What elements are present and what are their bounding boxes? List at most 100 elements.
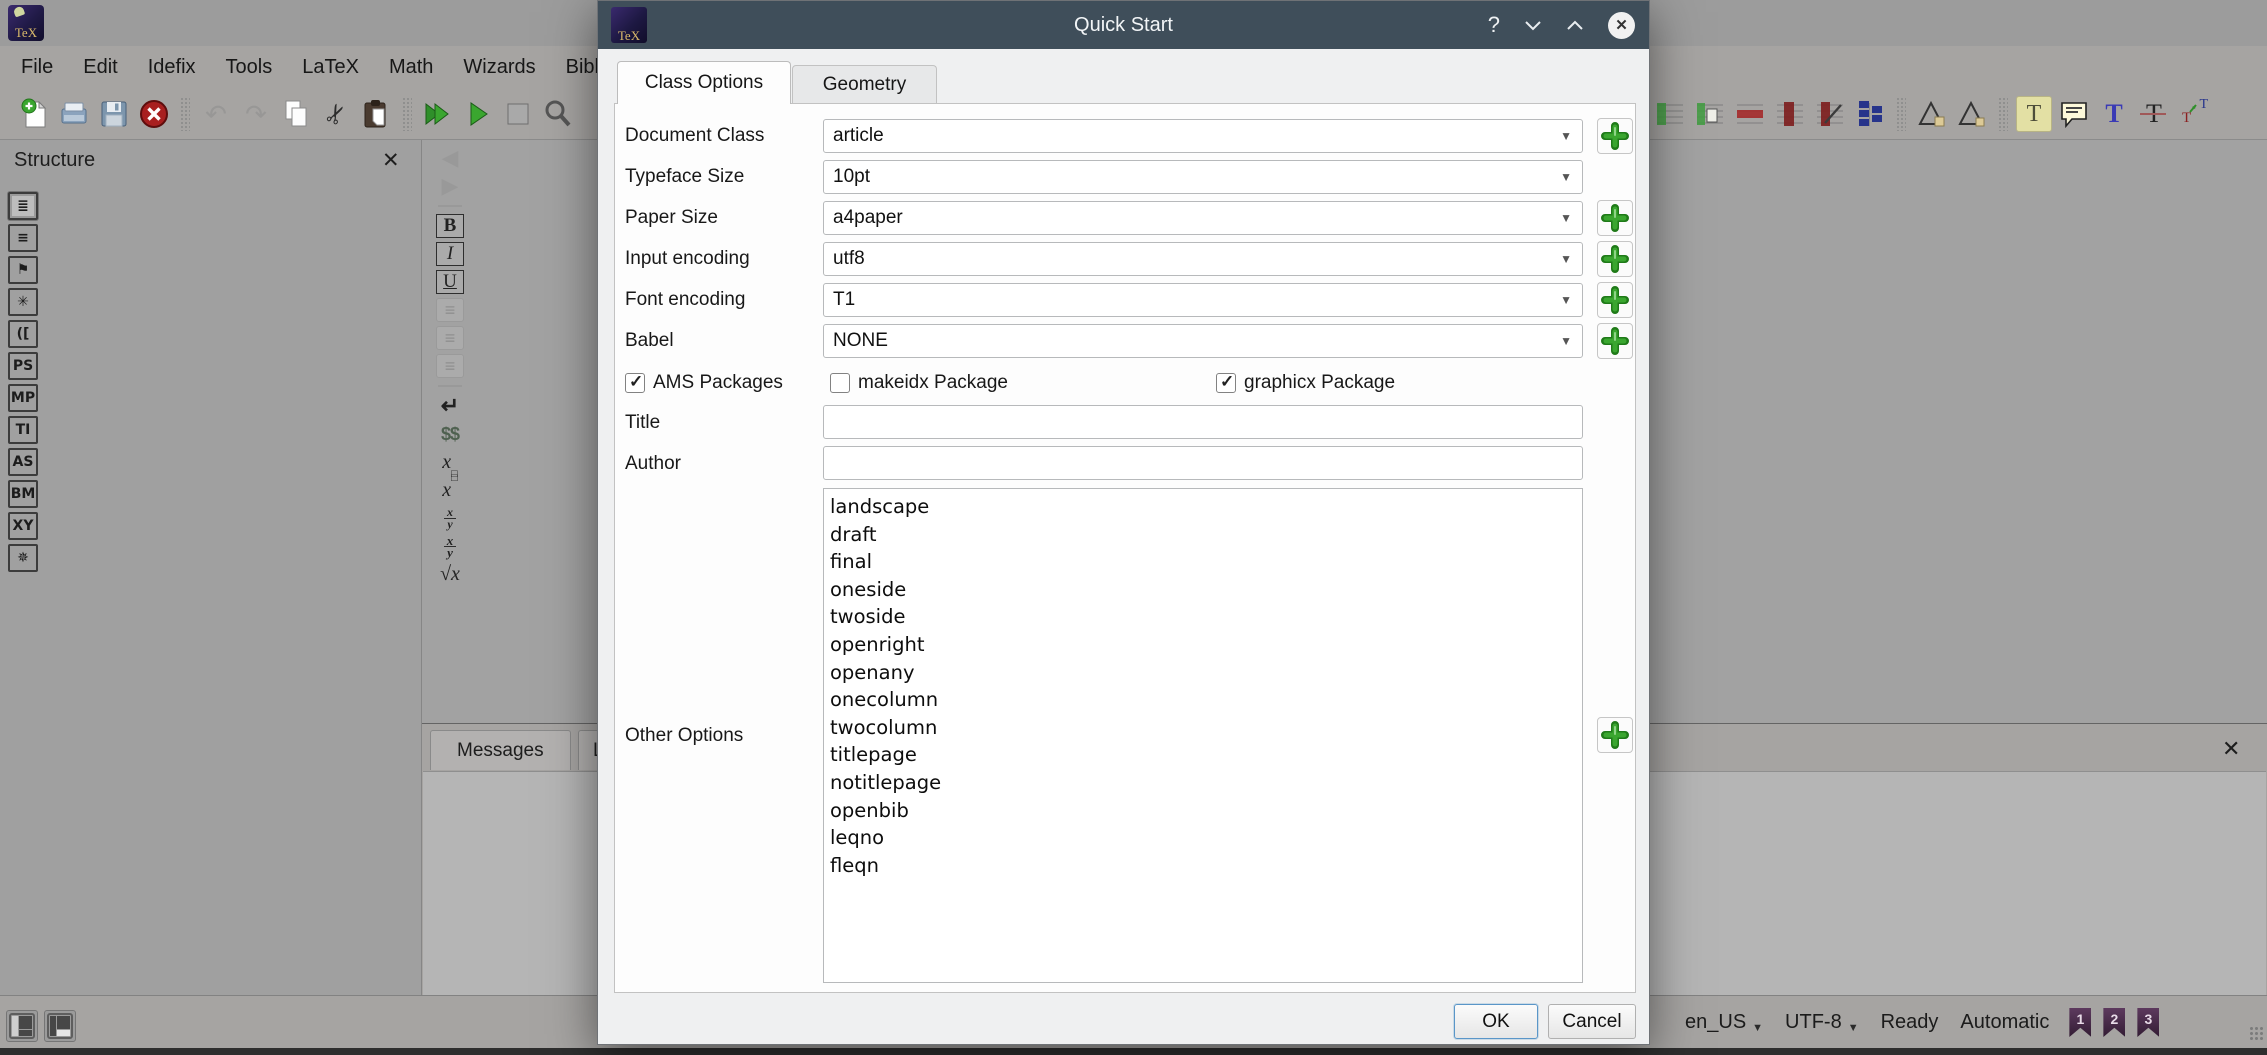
side-tab[interactable]: AS [8, 448, 38, 476]
other-option-item[interactable]: openany [830, 659, 1582, 687]
document-class-combo[interactable]: article ▼ [823, 119, 1583, 153]
other-option-item[interactable]: openright [830, 631, 1582, 659]
eol-mode-selector[interactable]: Automatic [1960, 1011, 2049, 1034]
new-document-icon[interactable] [16, 96, 52, 132]
other-option-item[interactable]: fleqn [830, 852, 1582, 880]
shade-up-icon[interactable] [1566, 20, 1584, 31]
font-encoding-combo[interactable]: T1 ▼ [823, 283, 1583, 317]
menu-item[interactable]: Idefix [133, 46, 211, 88]
side-tab[interactable]: TI [8, 416, 38, 444]
find-icon[interactable] [540, 96, 576, 132]
strikeout-icon[interactable]: T [2136, 96, 2172, 132]
add-other-option-button[interactable] [1597, 717, 1633, 753]
sqrt-icon[interactable]: √x [436, 562, 464, 586]
array-environment-icon[interactable] [1914, 96, 1950, 132]
inline-math-icon[interactable]: $$ [436, 422, 464, 446]
other-option-item[interactable]: notitlepage [830, 769, 1582, 797]
menu-item[interactable]: Tools [211, 46, 288, 88]
other-option-item[interactable]: onecolumn [830, 686, 1582, 714]
bold-icon[interactable]: B [436, 214, 464, 238]
side-tab[interactable]: ([ [8, 320, 38, 348]
next-document-icon[interactable]: ▶ [436, 174, 464, 198]
table-add-column-icon[interactable] [1652, 96, 1688, 132]
side-tab[interactable]: ⚑ [8, 256, 38, 284]
input-encoding-combo[interactable]: utf8 ▼ [823, 242, 1583, 276]
copy-icon[interactable] [278, 96, 314, 132]
dialog-titlebar[interactable]: TeX Quick Start ? ✕ [598, 1, 1649, 49]
align-right-icon[interactable]: ≡ [436, 354, 464, 378]
table-split-icon[interactable] [1852, 96, 1888, 132]
dialog-close-icon[interactable]: ✕ [1608, 12, 1635, 39]
ok-button[interactable]: OK [1454, 1004, 1538, 1039]
other-option-item[interactable]: leqno [830, 824, 1582, 852]
italic-icon[interactable]: I [436, 242, 464, 266]
underline-icon[interactable]: U [436, 270, 464, 294]
bookmark-icon[interactable]: 3 [2137, 1008, 2159, 1037]
other-option-item[interactable]: twocolumn [830, 714, 1582, 742]
add-input-encoding-button[interactable] [1597, 241, 1633, 277]
side-tab[interactable]: ≡ [8, 224, 38, 252]
typeface-size-combo[interactable]: 10pt ▼ [823, 160, 1583, 194]
tab-geometry[interactable]: Geometry [792, 65, 937, 104]
add-paper-size-button[interactable] [1597, 200, 1633, 236]
add-document-class-button[interactable] [1597, 118, 1633, 154]
table-delete-row-icon[interactable] [1732, 96, 1768, 132]
other-option-item[interactable]: titlepage [830, 741, 1582, 769]
bookmark-icon[interactable]: 1 [2069, 1008, 2091, 1037]
frac-icon[interactable]: xy [436, 506, 464, 530]
text-style-icon[interactable]: T [2016, 96, 2052, 132]
title-input[interactable] [823, 405, 1583, 439]
babel-combo[interactable]: NONE ▼ [823, 324, 1583, 358]
side-tab[interactable]: PS [8, 352, 38, 380]
cut-icon[interactable]: ✂ [318, 96, 354, 132]
save-icon[interactable] [96, 96, 132, 132]
other-option-item[interactable]: oneside [830, 576, 1582, 604]
language-selector[interactable]: en_US [1685, 1011, 1746, 1034]
other-option-item[interactable]: openbib [830, 797, 1582, 825]
align-center-icon[interactable]: ≡ [436, 326, 464, 350]
toggle-structure-view-icon[interactable] [6, 1010, 38, 1042]
other-option-item[interactable]: final [830, 548, 1582, 576]
side-tab[interactable]: ✵ [8, 544, 38, 572]
menu-item[interactable]: Edit [68, 46, 132, 88]
messages-close-icon[interactable]: ✕ [2222, 736, 2240, 762]
side-tab[interactable]: BM [8, 480, 38, 508]
superscript-icon[interactable]: x□ [436, 478, 464, 502]
previous-document-icon[interactable]: ◀ [436, 146, 464, 170]
tab-messages[interactable]: Messages [430, 730, 571, 770]
side-tab[interactable]: XY [8, 512, 38, 540]
add-font-encoding-button[interactable] [1597, 282, 1633, 318]
comment-icon[interactable] [2056, 96, 2092, 132]
open-file-icon[interactable] [56, 96, 92, 132]
author-input[interactable] [823, 446, 1583, 480]
table-paste-column-icon[interactable] [1692, 96, 1728, 132]
paper-size-combo[interactable]: a4paper ▼ [823, 201, 1583, 235]
side-tab[interactable]: MP [8, 384, 38, 412]
side-tab[interactable]: ≣ [8, 192, 38, 220]
tab-class-options[interactable]: Class Options [617, 61, 791, 104]
table-add-row-icon[interactable] [1772, 96, 1808, 132]
redo-icon[interactable]: ↷ [238, 96, 274, 132]
other-option-item[interactable]: draft [830, 521, 1582, 549]
text-color-icon[interactable]: T [2096, 96, 2132, 132]
quick-build-icon[interactable] [420, 96, 456, 132]
subscript-icon[interactable]: x□ [436, 450, 464, 474]
side-tab[interactable]: ✳ [8, 288, 38, 316]
script-style-icon[interactable]: T T [2176, 96, 2212, 132]
add-babel-button[interactable] [1597, 323, 1633, 359]
bookmark-icon[interactable]: 2 [2103, 1008, 2125, 1037]
cancel-button[interactable]: Cancel [1548, 1004, 1636, 1039]
menu-item[interactable]: LaTeX [287, 46, 374, 88]
close-file-icon[interactable] [136, 96, 172, 132]
ams-packages-checkbox[interactable]: AMS Packages [625, 372, 783, 394]
structure-panel-close-icon[interactable]: ✕ [382, 148, 400, 173]
menu-item[interactable]: File [6, 46, 68, 88]
newline-icon[interactable]: ↵ [436, 394, 464, 418]
makeidx-package-checkbox[interactable]: makeidx Package [830, 372, 1008, 394]
menu-item[interactable]: Math [374, 46, 448, 88]
other-option-item[interactable]: landscape [830, 493, 1582, 521]
stop-icon[interactable] [500, 96, 536, 132]
menu-item[interactable]: Wizards [448, 46, 550, 88]
align-left-icon[interactable]: ≡ [436, 298, 464, 322]
resize-grip[interactable] [2249, 1026, 2263, 1040]
